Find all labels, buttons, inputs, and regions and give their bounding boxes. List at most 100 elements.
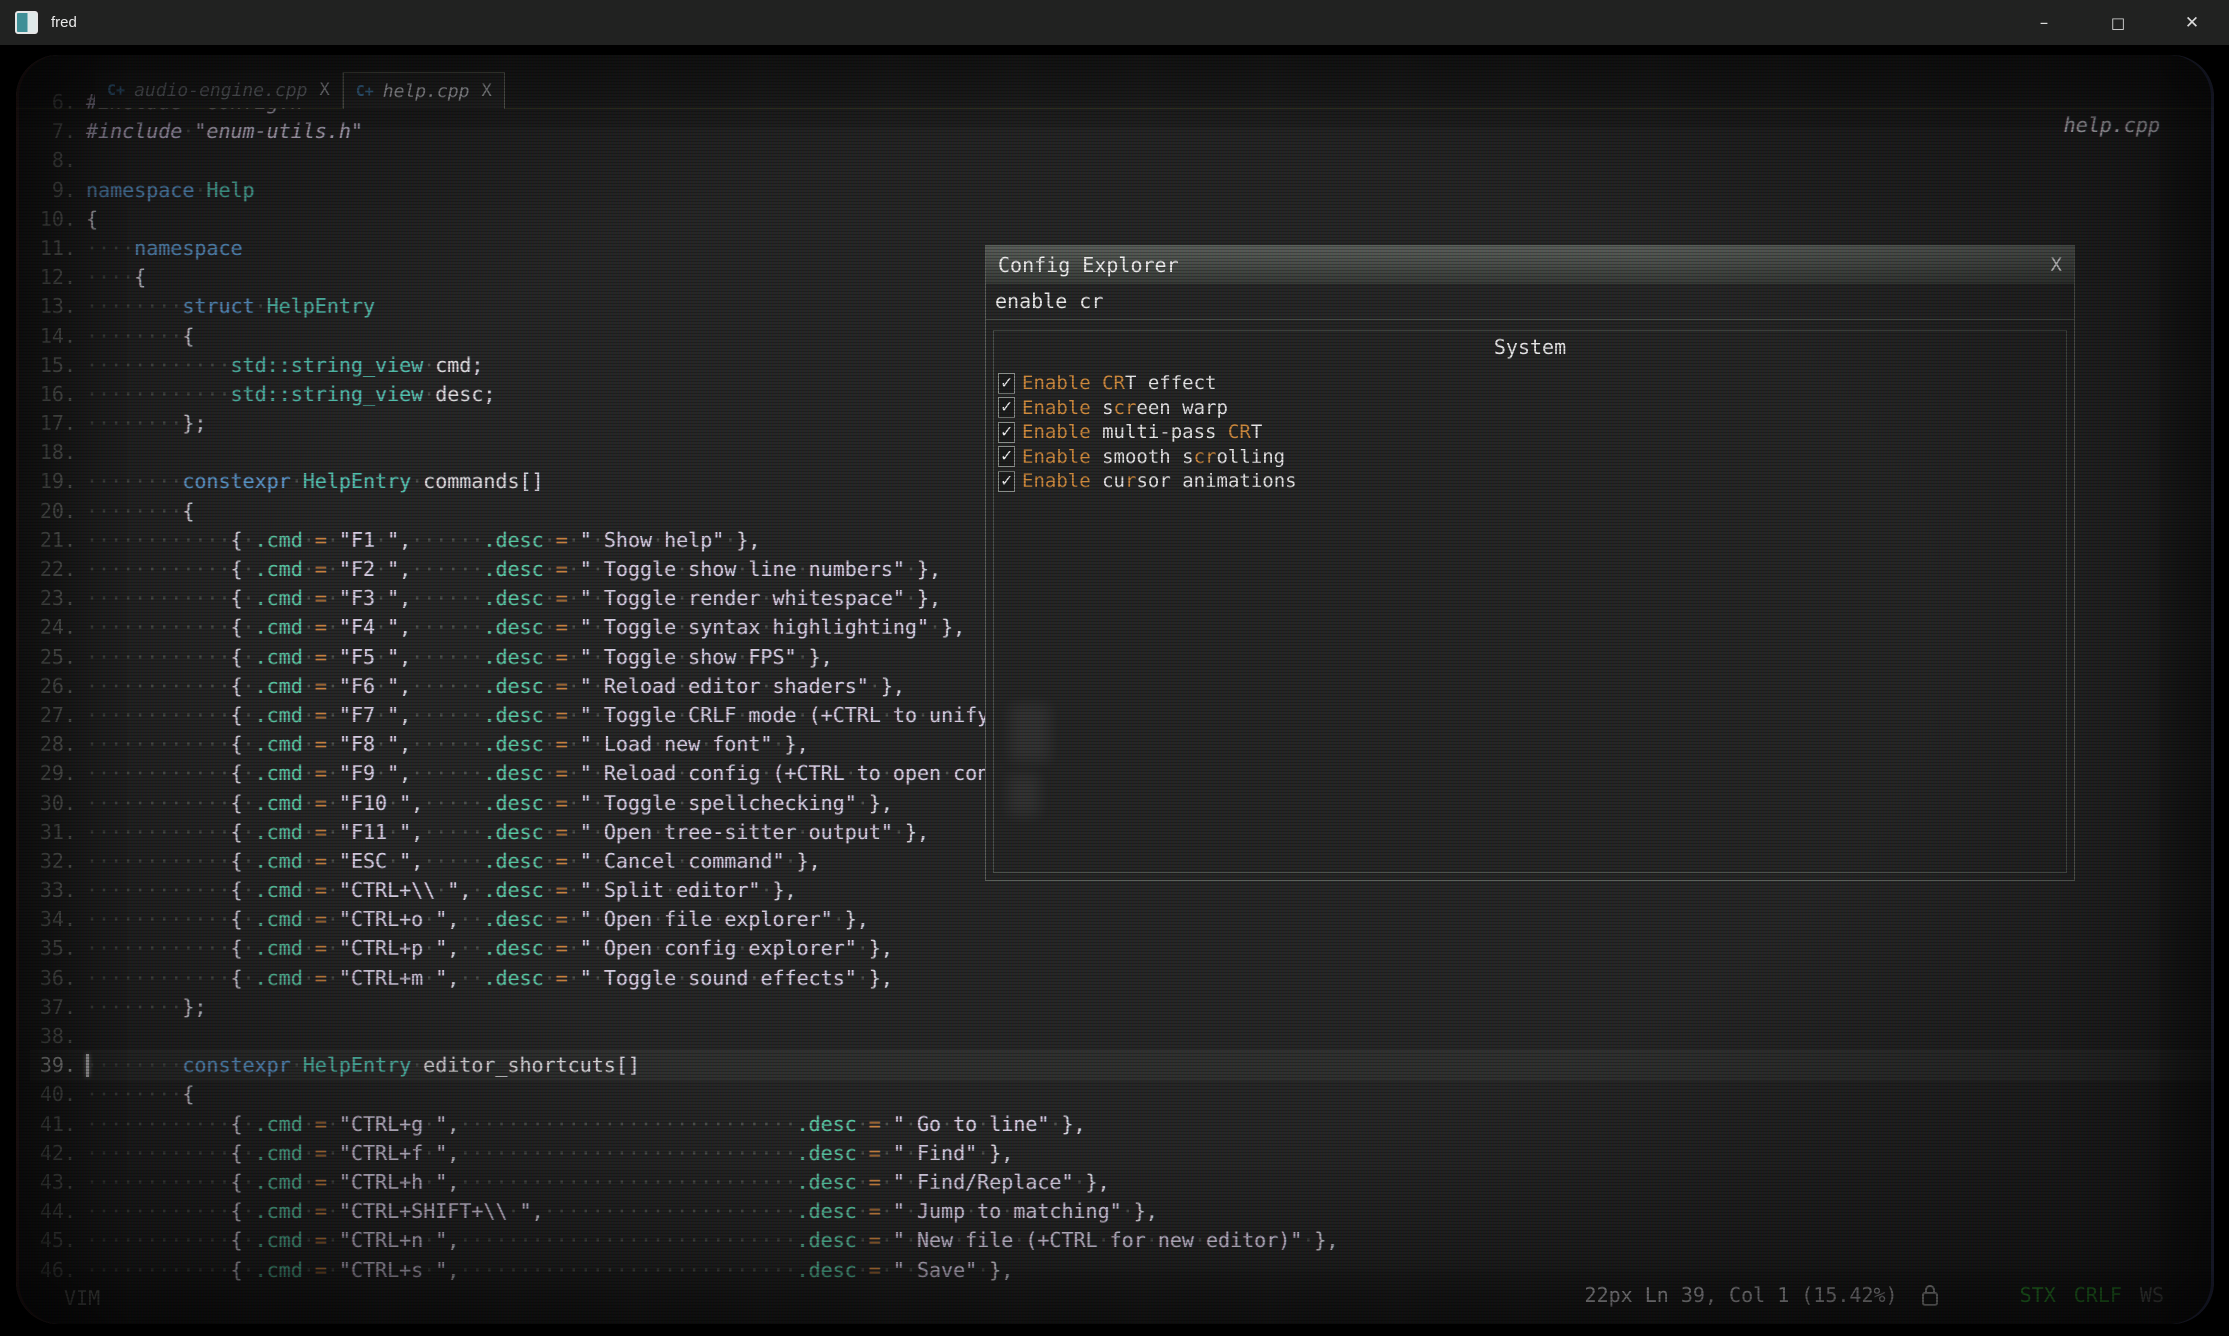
window-controls: – □ ✕ bbox=[2007, 0, 2229, 45]
line-number: 34. bbox=[30, 905, 76, 934]
config-options-list: ✓Enable CRT effect✓Enable screen warp✓En… bbox=[994, 371, 2066, 494]
code-line: 40.········{ bbox=[30, 1080, 2214, 1109]
config-option[interactable]: ✓Enable screen warp bbox=[998, 396, 2066, 421]
checkbox-icon[interactable]: ✓ bbox=[998, 373, 1015, 394]
line-number: 24. bbox=[30, 613, 76, 642]
popup-title: Config Explorer bbox=[998, 253, 1179, 277]
code-line: 36.············{·.cmd·=·"CTRL+m·",··.des… bbox=[30, 964, 2214, 993]
config-explorer-popup: Config Explorer X enable cr System ✓Enab… bbox=[985, 245, 2075, 881]
line-number: 10. bbox=[30, 205, 76, 234]
checkbox-icon[interactable]: ✓ bbox=[998, 422, 1015, 443]
vim-mode-indicator: VIM bbox=[64, 1286, 100, 1310]
config-option-label: Enable smooth scrolling bbox=[1022, 446, 1285, 468]
tab-close-icon[interactable]: X bbox=[319, 80, 329, 100]
checkbox-icon[interactable]: ✓ bbox=[998, 397, 1015, 418]
line-number: 22. bbox=[30, 555, 76, 584]
config-option-label: Enable multi-pass CRT bbox=[1022, 421, 1262, 443]
line-number: 39. bbox=[30, 1051, 76, 1080]
config-option-label: Enable cursor animations bbox=[1022, 470, 1297, 492]
config-option[interactable]: ✓ Enable CRT effect bbox=[998, 371, 2066, 396]
close-button[interactable]: ✕ bbox=[2155, 0, 2229, 45]
line-number: 8. bbox=[30, 146, 76, 175]
code-line: 34.············{·.cmd·=·"CTRL+o·",··.des… bbox=[30, 905, 2214, 934]
line-number: 15. bbox=[30, 351, 76, 380]
line-number: 44. bbox=[30, 1197, 76, 1226]
code-line: 43.············{·.cmd·=·"CTRL+h·",······… bbox=[30, 1168, 2214, 1197]
line-number: 23. bbox=[30, 584, 76, 613]
app-icon bbox=[15, 11, 38, 34]
config-option[interactable]: ✓ Enable multi-pass CRT bbox=[998, 420, 2066, 445]
code-line: 39.········constexpr·HelpEntry·editor_sh… bbox=[30, 1051, 2214, 1080]
line-number: 42. bbox=[30, 1139, 76, 1168]
line-number: 40. bbox=[30, 1080, 76, 1109]
popup-close-icon[interactable]: X bbox=[2051, 254, 2062, 276]
tab-label: help.cpp bbox=[383, 81, 470, 102]
tab-label: audio-engine.cpp bbox=[134, 80, 307, 101]
line-number: 30. bbox=[30, 789, 76, 818]
file-indicator: help.cpp bbox=[2064, 113, 2160, 137]
line-number: 11. bbox=[30, 234, 76, 263]
line-number: 43. bbox=[30, 1168, 76, 1197]
code-line: 35.············{·.cmd·=·"CTRL+p·",··.des… bbox=[30, 934, 2214, 963]
line-number: 41. bbox=[30, 1110, 76, 1139]
cpp-icon: C+ bbox=[107, 81, 125, 99]
line-number: 33. bbox=[30, 876, 76, 905]
lock-icon bbox=[1920, 1282, 1940, 1308]
status-position: 22px Ln 39, Col 1 (15.42%) bbox=[1585, 1283, 1898, 1307]
status-stx: STX bbox=[2020, 1283, 2056, 1307]
line-number: 9. bbox=[30, 176, 76, 205]
code-line: 10.{ bbox=[30, 205, 2214, 234]
tab-help.cpp[interactable]: C+ help.cpp X bbox=[343, 72, 505, 109]
line-number: 14. bbox=[30, 322, 76, 351]
code-line: 9.namespace·Help bbox=[30, 176, 2214, 205]
line-number: 29. bbox=[30, 759, 76, 788]
line-number: 12. bbox=[30, 263, 76, 292]
status-right-group: 22px Ln 39, Col 1 (15.42%) STX CRLF WS bbox=[1585, 1282, 2164, 1308]
line-number: 17. bbox=[30, 409, 76, 438]
minimize-button[interactable]: – bbox=[2007, 0, 2081, 45]
config-option[interactable]: ✓ Enable cursor animations bbox=[998, 469, 2066, 494]
line-number: 32. bbox=[30, 847, 76, 876]
config-list-panel: System ✓ Enable CRT effect✓Enable screen … bbox=[993, 330, 2067, 873]
status-ws: WS bbox=[2140, 1283, 2164, 1307]
line-number: 20. bbox=[30, 497, 76, 526]
line-number: 36. bbox=[30, 964, 76, 993]
code-line: 37.········}; bbox=[30, 993, 2214, 1022]
popup-titlebar: Config Explorer X bbox=[986, 246, 2074, 284]
crt-ghost-artifact bbox=[1008, 774, 1040, 816]
line-number: 31. bbox=[30, 818, 76, 847]
window-title: fred bbox=[51, 14, 77, 31]
line-number: 28. bbox=[30, 730, 76, 759]
tab-close-icon[interactable]: X bbox=[481, 81, 491, 101]
app-window: { "colors": { "screen_bg": "#242524", "t… bbox=[0, 0, 2229, 1336]
line-number: 26. bbox=[30, 672, 76, 701]
config-option-label: Enable CRT effect bbox=[1022, 372, 1217, 394]
line-number: 45. bbox=[30, 1226, 76, 1255]
code-line: 8. bbox=[30, 146, 2214, 175]
checkbox-icon[interactable]: ✓ bbox=[998, 471, 1015, 492]
line-number: 13. bbox=[30, 292, 76, 321]
checkbox-icon[interactable]: ✓ bbox=[998, 446, 1015, 467]
line-number: 18. bbox=[30, 438, 76, 467]
line-number: 19. bbox=[30, 467, 76, 496]
config-search-input[interactable]: enable cr bbox=[986, 284, 2074, 320]
line-number: 21. bbox=[30, 526, 76, 555]
section-header-system: System bbox=[994, 335, 2066, 359]
config-option[interactable]: ✓ Enable smooth scrolling bbox=[998, 445, 2066, 470]
window-titlebar: fred – □ ✕ bbox=[0, 0, 2229, 45]
code-line: 44.············{·.cmd·=·"CTRL+SHIFT+\\·"… bbox=[30, 1197, 2214, 1226]
status-bar: VIM 22px Ln 39, Col 1 (15.42%) STX CRLF … bbox=[16, 1276, 2214, 1310]
cpp-icon: C+ bbox=[356, 82, 374, 100]
code-line: 45.············{·.cmd·=·"CTRL+n·",······… bbox=[30, 1226, 2214, 1255]
line-number: 27. bbox=[30, 701, 76, 730]
editor-screen: 6.#include·"config.h"7.#include·"enum-ut… bbox=[16, 55, 2214, 1324]
maximize-button[interactable]: □ bbox=[2081, 0, 2155, 45]
line-number: 38. bbox=[30, 1022, 76, 1051]
code-line: 42.············{·.cmd·=·"CTRL+f·",······… bbox=[30, 1139, 2214, 1168]
line-number: 7. bbox=[30, 117, 76, 146]
crt-ghost-artifact bbox=[1010, 704, 1050, 762]
code-line: 38. bbox=[30, 1022, 2214, 1051]
line-number: 16. bbox=[30, 380, 76, 409]
tab-audio-engine.cpp[interactable]: C+ audio-engine.cpp X bbox=[95, 72, 343, 108]
code-line: 7.#include·"enum-utils.h" bbox=[30, 117, 2214, 146]
